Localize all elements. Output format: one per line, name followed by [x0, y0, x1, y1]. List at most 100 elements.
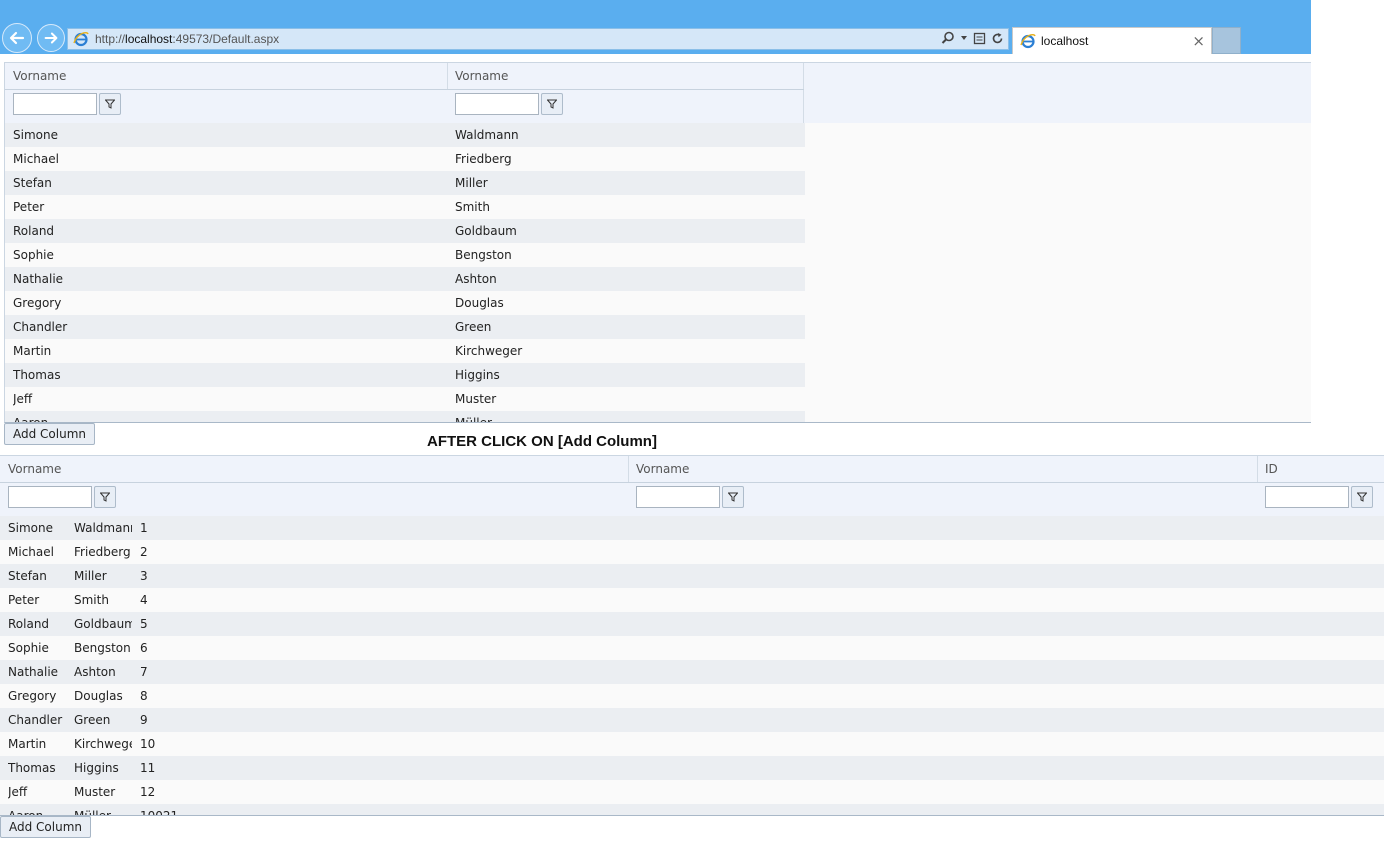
table-row[interactable]: Stefan Miller 3 [0, 564, 1384, 588]
add-column-button[interactable]: Add Column [0, 816, 92, 838]
grid-before: Vorname Vorname Simone Waldmann Michael Fri… [4, 62, 1311, 423]
table-cell: Martin [13, 344, 52, 358]
table-row[interactable]: Nathalie Ashton 7 [0, 660, 1384, 684]
table-cell: Ashton [74, 665, 116, 679]
table-cell: Miller [455, 176, 488, 190]
table-cell: Waldmann [74, 521, 132, 535]
table-row[interactable]: Jeff Muster [5, 387, 805, 411]
table-row[interactable]: Nathalie Ashton [5, 267, 805, 291]
back-arrow-icon [9, 31, 25, 45]
table-row[interactable]: Chandler Green [5, 315, 805, 339]
forward-button[interactable] [37, 24, 65, 52]
table-cell: Roland [13, 224, 55, 238]
column-divider [1257, 456, 1258, 482]
table-cell: Simone [8, 521, 53, 535]
grid-after: Vorname Vorname ID Simone Waldmann 1 Michae… [0, 455, 1384, 816]
table-row[interactable]: Martin Kirchweger 10 [0, 732, 1384, 756]
table-row[interactable]: Thomas Higgins 11 [0, 756, 1384, 780]
ie-logo-icon [73, 32, 89, 47]
add-column-button[interactable]: Add Column [4, 423, 96, 445]
table-row[interactable]: Jeff Muster 12 [0, 780, 1384, 804]
table-cell: Waldmann [455, 128, 519, 142]
tab-title: localhost [1041, 34, 1089, 48]
table-row[interactable]: Martin Kirchweger [5, 339, 805, 363]
browser-tab[interactable]: localhost × [1012, 27, 1212, 54]
table-row[interactable]: Michael Friedberg 2 [0, 540, 1384, 564]
table-cell: Miller [74, 569, 107, 583]
table-row[interactable]: Simone Waldmann 1 [0, 516, 1384, 540]
table-row[interactable]: Peter Smith 4 [0, 588, 1384, 612]
filter-input[interactable] [455, 93, 539, 115]
table-cell: Müller [74, 809, 111, 816]
table-cell: 10021 [140, 809, 179, 816]
filter-button[interactable] [94, 486, 116, 508]
table-row[interactable]: Gregory Douglas [5, 291, 805, 315]
table-cell: 10 [140, 737, 156, 751]
table-cell: Michael [13, 152, 59, 166]
table-row[interactable]: Aaron Müller 10021 [0, 804, 1384, 816]
table-cell: Higgins [455, 368, 500, 382]
table-row[interactable]: Simone Waldmann [5, 123, 805, 147]
table-cell: Müller [455, 416, 492, 423]
table-cell: Kirchweger [74, 737, 132, 751]
column-header[interactable]: Vorname [636, 462, 689, 476]
close-icon[interactable]: × [1192, 32, 1205, 50]
table-cell: Martin [8, 737, 47, 751]
down-arrow-icon[interactable] [960, 34, 968, 42]
refresh-icon[interactable] [991, 32, 1004, 45]
column-header[interactable]: Vorname [8, 462, 61, 476]
table-row[interactable]: Stefan Miller [5, 171, 805, 195]
back-button[interactable] [2, 23, 32, 53]
address-bar[interactable]: http://localhost:49573/Default.aspx [67, 28, 1009, 50]
new-tab-button[interactable] [1212, 27, 1241, 54]
table-row[interactable]: Sophie Bengston 6 [0, 636, 1384, 660]
table-row[interactable]: Thomas Higgins [5, 363, 805, 387]
filter-input[interactable] [1265, 486, 1349, 508]
table-cell: Nathalie [13, 272, 64, 286]
table-cell: Nathalie [8, 665, 59, 679]
table-row[interactable]: Peter Smith [5, 195, 805, 219]
table-cell: 12 [140, 785, 156, 799]
column-divider [447, 63, 448, 89]
table-row[interactable]: Chandler Green 9 [0, 708, 1384, 732]
table-cell: Sophie [8, 641, 49, 655]
table-cell: Jeff [8, 785, 28, 799]
column-header[interactable]: Vorname [13, 69, 66, 83]
grid-header: Vorname Vorname ID [0, 456, 1384, 516]
table-row[interactable]: Michael Friedberg [5, 147, 805, 171]
table-cell: 6 [140, 641, 148, 655]
search-icon[interactable] [941, 31, 955, 45]
filter-button[interactable] [1351, 486, 1373, 508]
filter-input[interactable] [636, 486, 720, 508]
filter-icon [100, 492, 110, 502]
table-cell: Aaron [8, 809, 44, 816]
table-cell: Goldbaum [455, 224, 517, 238]
filter-input[interactable] [13, 93, 97, 115]
table-row[interactable]: Roland Goldbaum 5 [0, 612, 1384, 636]
table-row[interactable]: Roland Goldbaum [5, 219, 805, 243]
table-cell: Thomas [13, 368, 61, 382]
table-cell: Friedberg [74, 545, 131, 559]
filter-icon [1357, 492, 1367, 502]
table-row[interactable]: Sophie Bengston [5, 243, 805, 267]
filter-button[interactable] [541, 93, 563, 115]
column-header[interactable]: Vorname [455, 69, 508, 83]
table-cell: 8 [140, 689, 148, 703]
column-header[interactable]: ID [1265, 462, 1278, 476]
forward-arrow-icon [44, 32, 58, 44]
filter-input[interactable] [8, 486, 92, 508]
filter-button[interactable] [99, 93, 121, 115]
table-cell: Thomas [8, 761, 56, 775]
table-cell: 3 [140, 569, 148, 583]
compat-view-icon[interactable] [973, 32, 986, 45]
table-row[interactable]: Gregory Douglas 8 [0, 684, 1384, 708]
table-cell: Gregory [13, 296, 62, 310]
filter-button[interactable] [722, 486, 744, 508]
column-divider [803, 63, 804, 123]
table-cell: 1 [140, 521, 148, 535]
table-cell: Green [74, 713, 111, 727]
browser-chrome: http://localhost:49573/Default.aspx loca… [0, 0, 1311, 54]
filter-icon [547, 99, 557, 109]
table-row[interactable]: Aaron Müller [5, 411, 805, 423]
filter-icon [728, 492, 738, 502]
